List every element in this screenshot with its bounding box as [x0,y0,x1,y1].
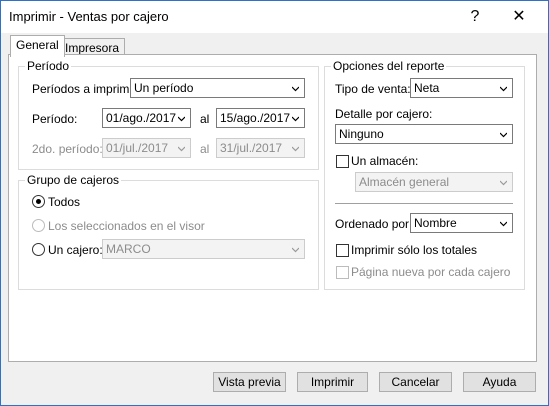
periodo-from-value: 01/ago./2017 [106,111,177,125]
periodo-to-date[interactable]: 15/ago./2017 [216,108,305,128]
cajero-select-value: MARCO [106,242,151,256]
detalle-cajero-label: Detalle por cajero: [335,107,433,121]
tipo-venta-select[interactable]: Neta [410,78,513,98]
segundo-from-value: 01/jul./2017 [106,141,169,155]
chevron-down-icon [178,116,185,122]
tab-general[interactable]: General [10,35,65,57]
detalle-cajero-value: Ninguno [339,127,384,141]
un-almacen-label: Un almacén: [351,154,419,168]
periodos-select[interactable]: Un período [130,78,305,98]
chevron-down-icon [292,116,299,122]
periodos-label: Períodos a imprimir: [32,82,140,96]
periodo-group-title: Período [25,59,72,73]
un-cajero-radio[interactable] [32,243,45,256]
print-dialog: Imprimir - Ventas por cajero ? ✕ General… [0,0,549,406]
tipo-venta-value: Neta [414,81,440,95]
chevron-down-icon [500,180,507,186]
opciones-reporte-title: Opciones del reporte [331,59,447,73]
periodo-to-value: 15/ago./2017 [220,111,291,125]
un-cajero-label: Un cajero: [48,243,103,257]
close-button[interactable]: ✕ [497,3,541,31]
almacen-select[interactable]: Almacén general [355,172,513,192]
seleccionados-label: Los seleccionados en el visor [48,219,205,233]
segundo-from-date[interactable]: 01/jul./2017 [102,138,191,158]
cajero-select[interactable]: MARCO [102,239,305,259]
solo-totales-checkbox[interactable] [336,244,349,257]
title-bar: Imprimir - Ventas por cajero ? ✕ [1,1,548,33]
periodo-from-date[interactable]: 01/ago./2017 [102,108,191,128]
cancelar-button[interactable]: Cancelar [379,372,452,392]
radio-dot [36,199,41,204]
chevron-down-icon [292,86,299,92]
periodo-al-label: al [200,112,210,126]
ordenado-por-select[interactable]: Nombre [410,213,513,233]
chevron-down-icon [292,247,299,253]
periodos-select-value: Un período [134,81,194,95]
help-button[interactable]: ? [453,3,497,31]
solo-totales-label: Imprimir sólo los totales [351,243,478,257]
periodo-label: Período: [32,112,78,126]
ordenado-por-value: Nombre [414,216,457,230]
vista-previa-button[interactable]: Vista previa [213,372,286,392]
segundo-al-label: al [200,142,210,156]
pagina-nueva-checkbox[interactable] [336,266,349,279]
un-almacen-checkbox[interactable] [336,155,349,168]
todos-label: Todos [48,195,81,209]
window-title: Imprimir - Ventas por cajero [9,9,169,24]
segundo-periodo-label: 2do. período: [32,142,103,156]
chevron-down-icon [178,146,185,152]
chevron-down-icon [500,132,507,138]
chevron-down-icon [500,86,507,92]
grupo-cajeros-title: Grupo de cajeros [25,173,122,187]
tipo-venta-label: Tipo de venta: [335,82,411,96]
detalle-cajero-select[interactable]: Ninguno [335,124,513,144]
options-separator [335,203,513,204]
chevron-down-icon [292,146,299,152]
segundo-to-value: 31/jul./2017 [220,141,283,155]
chevron-down-icon [500,221,507,227]
ordenado-por-label: Ordenado por: [335,217,413,231]
imprimir-button[interactable]: Imprimir [297,372,368,392]
almacen-select-value: Almacén general [359,175,450,189]
segundo-to-date[interactable]: 31/jul./2017 [216,138,305,158]
pagina-nueva-label: Página nueva por cada cajero [351,265,511,279]
ayuda-button[interactable]: Ayuda [463,372,536,392]
todos-radio[interactable] [32,195,45,208]
seleccionados-radio[interactable] [32,219,45,232]
